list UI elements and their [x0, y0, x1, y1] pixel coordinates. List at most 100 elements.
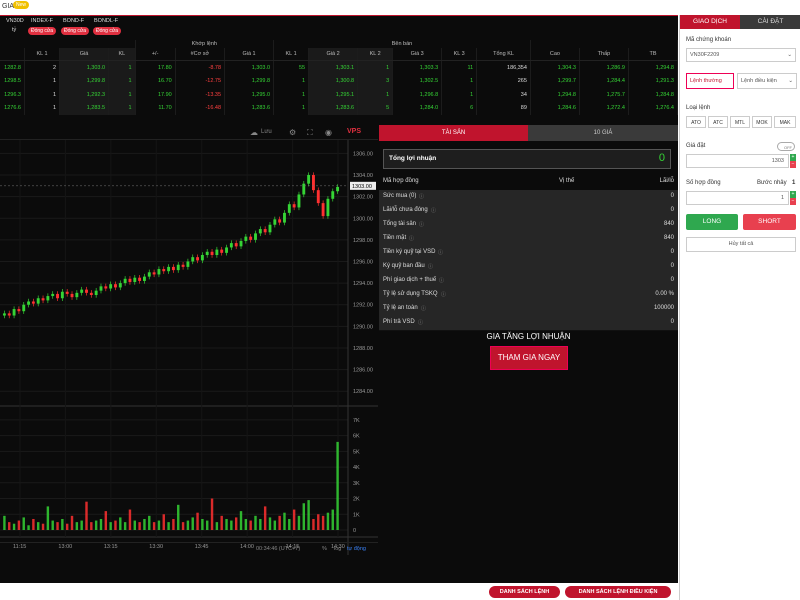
info-icon[interactable]: ⓘ [419, 221, 424, 228]
volume-tick-label: 6K [353, 434, 360, 440]
volume-bar [51, 520, 54, 530]
quantity-decrement-button[interactable]: − [790, 198, 796, 205]
volume-bar [186, 520, 190, 530]
info-icon[interactable]: ⓘ [439, 277, 444, 284]
tab-ten-prices[interactable]: 10 GIÁ [528, 125, 678, 141]
candle-body [225, 247, 228, 253]
candlestick-chart[interactable]: 1306.00 1304.00 1302.00 1300.00 1298.00 1296.… [0, 140, 378, 570]
order-list-button[interactable]: DANH SÁCH LỆNH [489, 586, 560, 598]
volume-bar [297, 515, 301, 530]
price-tick-label: 1288.00 [353, 346, 373, 352]
table-row[interactable]: 1282.8 2 1,303.0 1 17.80 -8.78 1,303.0 5… [0, 60, 679, 75]
info-icon[interactable]: ⓘ [431, 207, 436, 214]
chart-save-label[interactable]: Lưu [261, 129, 272, 135]
ticker-name[interactable]: INDEX-F [31, 18, 53, 24]
price-decrement-button[interactable]: − [790, 161, 796, 168]
candle-body [326, 198, 330, 217]
account-row-value: 0.00 % [655, 291, 674, 297]
info-icon[interactable]: ⓘ [419, 193, 424, 200]
quantity-increment-button[interactable]: + [790, 191, 796, 198]
volume-bar [94, 520, 98, 530]
volume-tick-label: 7K [353, 418, 360, 424]
price-input[interactable]: 1303 [686, 154, 789, 168]
settings-icon[interactable]: ⚙ [289, 128, 296, 137]
volume-bar [157, 520, 161, 530]
ticker-name[interactable]: BOND-F [63, 18, 84, 24]
ticker-name[interactable]: VN30D [6, 18, 24, 24]
volume-bar [234, 517, 238, 530]
info-icon[interactable]: ⓘ [421, 305, 426, 312]
order-type-mak[interactable]: MAK [774, 116, 796, 128]
ticker-name[interactable]: BONDL-F [94, 18, 118, 24]
camera-icon[interactable]: ◉ [325, 128, 332, 137]
col-header: KL 2 [357, 48, 394, 61]
info-icon[interactable]: ⓘ [438, 249, 443, 256]
join-now-button[interactable]: THAM GIA NGAY [490, 346, 568, 370]
account-row-value: 0 [670, 319, 674, 325]
info-icon[interactable]: ⓘ [428, 263, 433, 270]
order-type-ato[interactable]: ATO [686, 116, 706, 128]
vps-logo: VPS [347, 128, 362, 135]
info-icon[interactable]: ⓘ [441, 291, 446, 298]
fullscreen-icon[interactable]: ⛶ [307, 128, 313, 138]
order-type-mok[interactable]: MOK [752, 116, 772, 128]
order-panel: GIAO DỊCH CÀI ĐẶT Mã chứng khoán VN30F22… [679, 15, 800, 600]
price-increment-button[interactable]: + [790, 154, 796, 161]
candle-body [56, 293, 59, 299]
candle-body [12, 309, 16, 316]
candle-body [138, 277, 142, 281]
candle-body [254, 233, 257, 240]
mode-conditional-select[interactable]: Lệnh điều kiện ⌄ [737, 73, 797, 89]
price-toggle[interactable]: OFF [777, 142, 795, 151]
order-type-atc[interactable]: ATC [708, 116, 728, 128]
volume-bar [17, 520, 21, 530]
percent-toggle[interactable]: % [322, 546, 327, 552]
chart-footer: 00:34:46 (UTC+7) % log tự động [0, 542, 378, 555]
info-icon[interactable]: ⓘ [418, 319, 423, 326]
tab-settings[interactable]: CÀI ĐẶT [740, 15, 800, 29]
ticker-sub: tỷ [12, 27, 17, 33]
short-button[interactable]: SHORT [743, 214, 796, 230]
price-tick-label: 1304.00 [353, 173, 373, 179]
volume-bar [292, 509, 296, 530]
volume-bar [56, 522, 59, 530]
table-row[interactable]: 1296.3 1 1,292.3 1 17.90 -13.35 1,295.0 … [0, 88, 679, 102]
candle-body [167, 266, 171, 272]
cloud-icon[interactable]: ☁ [250, 128, 258, 137]
candle-body [331, 191, 335, 199]
tab-trade[interactable]: GIAO DỊCH [680, 15, 740, 29]
col-header: Giá [59, 48, 110, 61]
volume-bar [12, 523, 16, 530]
volume-bar [114, 520, 117, 530]
tab-assets[interactable]: TÀI SẢN [379, 125, 528, 141]
info-icon[interactable]: ⓘ [409, 235, 414, 242]
volume-bar [244, 518, 248, 530]
auto-toggle[interactable]: tự động [347, 546, 366, 552]
conditional-order-list-button[interactable]: DANH SÁCH LỆNH ĐIỀU KIỆN [565, 586, 671, 598]
volume-tick-label: 0 [353, 528, 356, 534]
quantity-input[interactable]: 1 [686, 191, 789, 205]
volume-bar [288, 518, 291, 530]
account-row-value: 0 [670, 207, 674, 213]
symbol-select[interactable]: VN30F2209 ⌄ [686, 48, 796, 62]
volume-bar [254, 515, 257, 530]
table-row[interactable]: 1298.5 1 1,299.8 1 16.70 -12.75 1,299.8 … [0, 74, 679, 88]
cancel-all-button[interactable]: Hủy tất cả [686, 237, 796, 252]
volume-bar [273, 520, 277, 530]
candle-body [268, 224, 272, 233]
mode-normal-button[interactable]: Lệnh thường [686, 73, 734, 89]
volume-bar [215, 522, 219, 530]
table-row[interactable]: 1276.6 1 1,283.5 1 11.70 -16.48 1,283.6 … [0, 101, 679, 115]
candle-body [65, 291, 69, 294]
log-toggle[interactable]: log [334, 546, 341, 552]
volume-bar [22, 517, 25, 530]
candle-body [191, 257, 195, 262]
volume-bar [191, 517, 194, 530]
promo-title: GIA TĂNG LỢI NHUẬN [486, 332, 571, 341]
ticker-strip: VN30D tỷ Đóng cửa INDEX-F Đóng cửa BOND-… [0, 17, 678, 39]
price-tick-label: 1284.00 [353, 389, 373, 395]
account-row-label: Tỷ lệ an toàn [383, 305, 418, 311]
long-button[interactable]: LONG [686, 214, 738, 230]
order-type-mtl[interactable]: MTL [730, 116, 750, 128]
account-row-value: 0 [670, 249, 674, 255]
